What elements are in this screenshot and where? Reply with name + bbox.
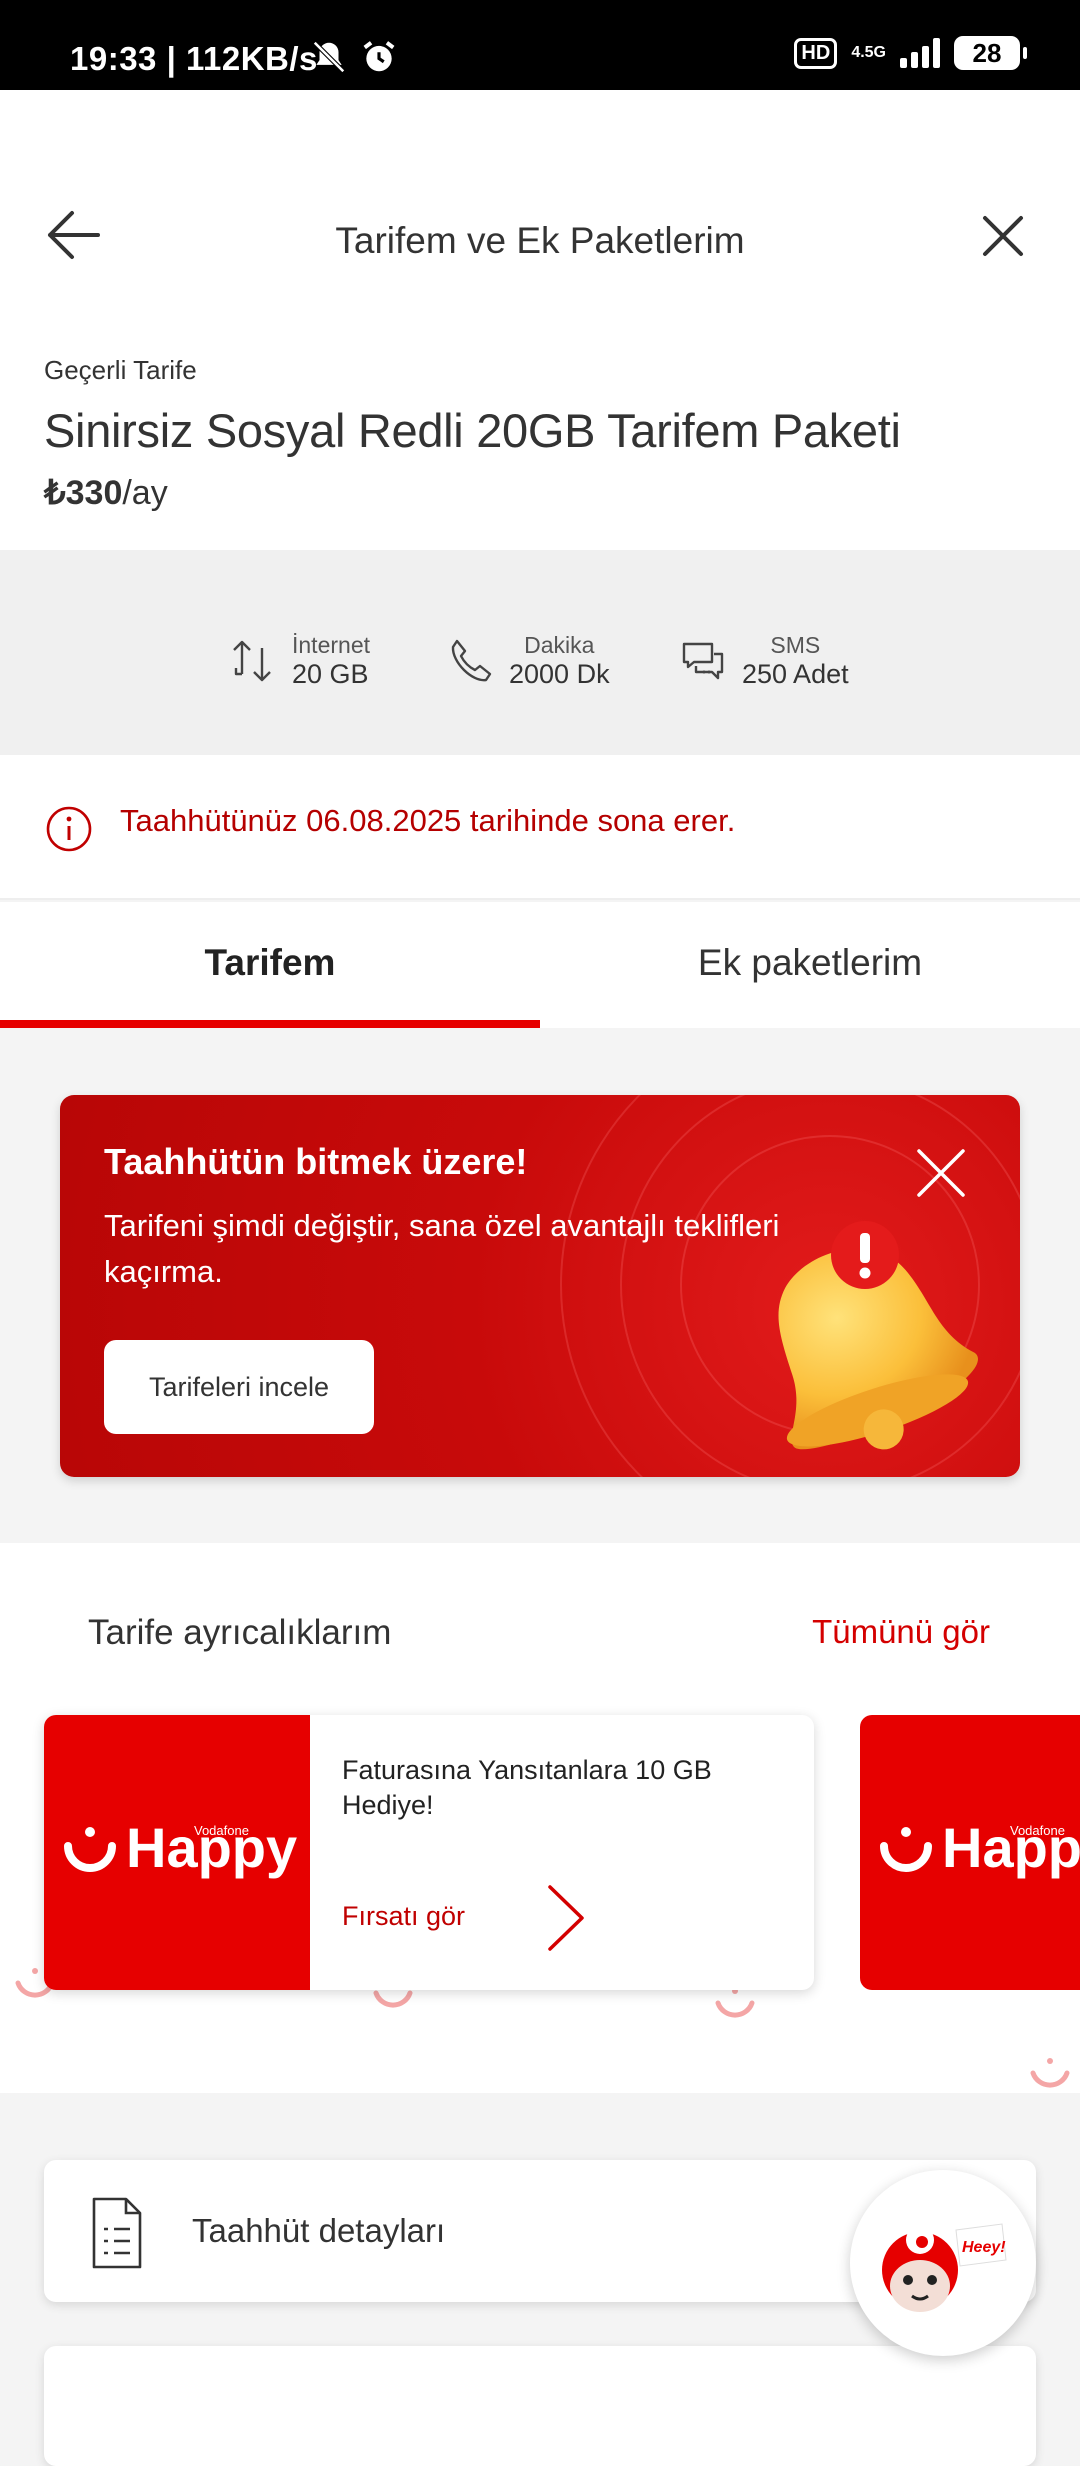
chevron-right-icon[interactable] — [542, 1883, 592, 1953]
signal-icon — [900, 38, 940, 68]
mute-icon — [313, 41, 345, 73]
message-icon — [682, 642, 724, 680]
phone-icon — [451, 639, 492, 682]
status-bar: 19:33 | 112KB/s HD 4.5G 28 — [0, 0, 1080, 90]
happy-logo: Happy Vodafone — [44, 1715, 310, 1990]
close-icon[interactable] — [975, 208, 1031, 264]
promo-body: Tarifeni şimdi değiştir, sana özel avant… — [104, 1208, 780, 1289]
network-type: 4.5G — [851, 44, 886, 61]
hd-icon: HD — [794, 37, 838, 69]
plan-label: Geçerli Tarife — [44, 355, 197, 385]
commitment-warning: Taahhütünüz 06.08.2025 tarihinde sona er… — [0, 755, 1080, 900]
close-icon[interactable] — [915, 1147, 967, 1199]
quota-summary: İnternet 20 GB Dakika 2000 Dk SMS 250 Adet — [0, 550, 1080, 755]
smile-icon — [1030, 2058, 1070, 2088]
commitment-details-label: Taahhüt detayları — [192, 2212, 446, 2249]
svg-text:Heey!: Heey! — [962, 2239, 1006, 2256]
status-time: 19:33 | 112KB/s — [70, 40, 318, 77]
current-plan: Geçerli Tarife Sinirsiz Sosyal Redli 20G… — [0, 335, 1080, 550]
assistant-chat-button[interactable]: Heey! — [850, 2170, 1036, 2356]
card-description: Faturasına Yansıtanlara 10 GB Hediye! — [342, 1755, 712, 1820]
bell-icon — [778, 1221, 978, 1450]
see-offer-link[interactable]: Fırsatı gör — [342, 1901, 465, 1932]
info-icon — [46, 806, 92, 852]
plan-price: ₺330/ay — [44, 474, 168, 512]
tab-tarifem[interactable]: Tarifem — [0, 902, 540, 1028]
status-right: HD 4.5G 28 — [794, 36, 1027, 70]
privilege-card[interactable]: Happy Vodafone Faturasına Yansıtanlara 1… — [44, 1715, 814, 1990]
see-all-link[interactable]: Tümünü gör — [812, 1613, 990, 1651]
app-header: Tarifem ve Ek Paketlerim — [0, 90, 1080, 335]
plan-name: Sinirsiz Sosyal Redli 20GB Tarifem Paket… — [44, 404, 901, 457]
warning-text: Taahhütünüz 06.08.2025 tarihinde sona er… — [120, 803, 736, 838]
promo-banner: Taahhütün bitmek üzere! Tarifeni şimdi d… — [60, 1095, 1020, 1477]
data-transfer-icon — [233, 640, 271, 682]
battery-icon: 28 — [954, 36, 1027, 70]
quota-minutes: Dakika 2000 Dk — [445, 632, 610, 690]
list-item[interactable] — [44, 2346, 1036, 2466]
section-title: Tarife ayrıcalıklarım — [88, 1613, 392, 1652]
smile-logo-icon — [64, 1826, 116, 1872]
assistant-mascot-icon: Heey! — [882, 2223, 1007, 2312]
document-icon — [92, 2197, 142, 2269]
review-tariffs-button[interactable]: Tarifeleri incele — [104, 1340, 374, 1434]
alarm-icon — [363, 41, 395, 72]
tab-ek-paketlerim[interactable]: Ek paketlerim — [540, 902, 1080, 1028]
tab-bar: Tarifem Ek paketlerim — [0, 902, 1080, 1028]
smile-logo-icon — [880, 1826, 932, 1872]
smile-icon — [715, 1988, 755, 2018]
status-icons — [310, 38, 398, 76]
promo-title: Taahhütün bitmek üzere! — [104, 1141, 528, 1182]
quota-internet: İnternet 20 GB — [228, 632, 370, 690]
tariff-privileges: Tarife ayrıcalıklarım Tümünü gör Happy V… — [0, 1543, 1080, 2093]
quota-sms: SMS 250 Adet — [678, 632, 849, 690]
page-title: Tarifem ve Ek Paketlerim — [335, 220, 745, 261]
privilege-card[interactable]: Happy Vodafone — [860, 1715, 1080, 1990]
